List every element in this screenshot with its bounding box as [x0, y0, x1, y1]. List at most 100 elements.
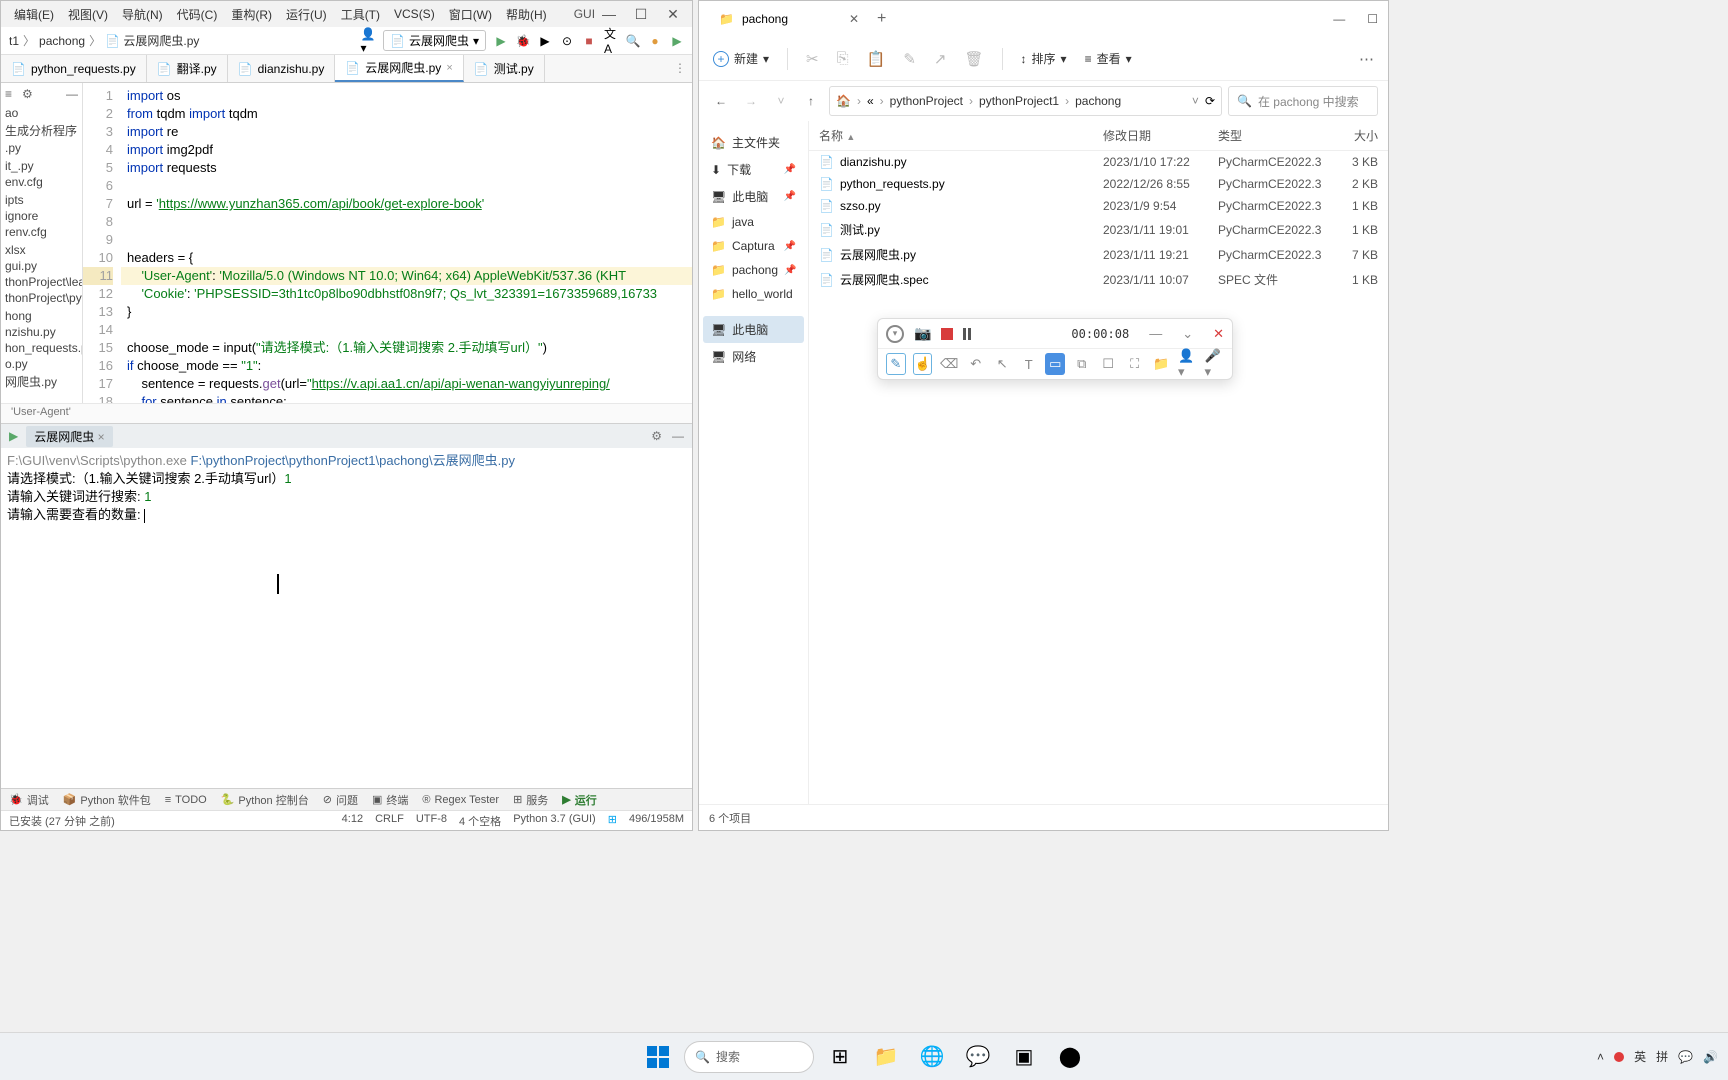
file-list[interactable]: 名称 ▲ 修改日期 类型 大小 📄dianzishu.py2023/1/10 1… [809, 121, 1388, 804]
editor-tab-3[interactable]: 云展网爬虫.py× [335, 55, 463, 82]
more-icon[interactable]: ⋯ [1359, 50, 1374, 68]
pen-tool[interactable]: ✎ [886, 353, 906, 375]
tool-python-console[interactable]: 🐍 Python 控制台 [221, 792, 309, 808]
sidebar-item[interactable]: nzishu.py [1, 324, 82, 340]
dropdown-icon[interactable]: ˅ [1192, 94, 1199, 108]
new-button[interactable]: + 新建 ▾ [713, 50, 769, 67]
pin-icon[interactable]: 📌 [784, 265, 796, 276]
menu-edit[interactable]: 编辑(E) [7, 6, 61, 23]
file-row[interactable]: 📄测试.py2023/1/11 19:01PyCharmCE2022.31 KB [809, 217, 1388, 242]
updates-icon[interactable]: ● [648, 34, 662, 48]
text-tool[interactable]: T [1019, 353, 1039, 375]
folder-tool[interactable]: 📁 [1151, 353, 1171, 375]
delete-icon[interactable]: 🗑 [964, 50, 983, 68]
sidebar-item[interactable]: thonProject\lear [1, 274, 82, 290]
system-tray[interactable]: ˄ 英 拼 💬 🔊 [1597, 1048, 1718, 1065]
rename-icon[interactable]: ✎ [903, 50, 916, 68]
sidebar-item[interactable]: 网爬虫.py [1, 372, 82, 391]
interpreter[interactable]: Python 3.7 (GUI) [513, 813, 596, 829]
menu-view[interactable]: 视图(V) [61, 6, 115, 23]
sidebar-item[interactable]: xlsx [1, 242, 82, 258]
recent-button[interactable]: ˅ [769, 94, 793, 108]
tool-debug[interactable]: 🐞 调试 [9, 792, 49, 808]
rerun-icon[interactable]: ▶ [9, 429, 18, 443]
col-type[interactable]: 类型 [1218, 127, 1328, 144]
tool-run[interactable]: ▶ 运行 [562, 792, 596, 808]
minimize-button[interactable]: — [602, 7, 616, 21]
minimize-panel-icon[interactable]: — [672, 429, 684, 443]
nav-pane[interactable]: 🏠主文件夹⬇下载📌🖥此电脑📌📁java📁Captura📌📁pachong📌📁he… [699, 121, 809, 804]
file-row[interactable]: 📄云展网爬虫.spec2023/1/11 10:07SPEC 文件1 KB [809, 267, 1388, 292]
memory-indicator[interactable]: 496/1958M [629, 813, 684, 829]
tool-regex[interactable]: ® Regex Tester [422, 794, 499, 806]
nav-item[interactable]: 📁hello_world [703, 282, 804, 306]
window-tool[interactable]: ⧉ [1072, 353, 1092, 375]
menu-navigate[interactable]: 导航(N) [115, 6, 170, 23]
action-center-icon[interactable]: 💬 [1678, 1050, 1693, 1064]
stop-record-button[interactable] [941, 328, 953, 340]
run-button[interactable]: ▶ [494, 34, 508, 48]
eraser-tool[interactable]: ⌫ [939, 353, 959, 375]
crumb-project[interactable]: t1 [9, 34, 19, 48]
nav-item[interactable]: 🖥网络 [703, 343, 804, 370]
tool-packages[interactable]: 📦 Python 软件包 [63, 792, 151, 808]
webcam-tool[interactable]: 👤▾ [1178, 353, 1198, 375]
nav-item[interactable]: 🖥此电脑 [703, 316, 804, 343]
sidebar-item[interactable]: it_.py [1, 158, 82, 174]
file-row[interactable]: 📄python_requests.py2022/12/26 8:55PyChar… [809, 173, 1388, 195]
tool-services[interactable]: ⊞ 服务 [513, 792, 548, 808]
caret-pos[interactable]: 4:12 [342, 813, 363, 829]
taskbar[interactable]: 🔍搜索 ⊞ 📁 🌐 💬 ▣ ⬤ ˄ 英 拼 💬 🔊 [0, 1032, 1728, 1080]
screenshot-icon[interactable]: 📷 [914, 325, 931, 342]
menu-code[interactable]: 代码(C) [170, 6, 225, 23]
pin-icon[interactable]: 📌 [784, 241, 796, 252]
col-name[interactable]: 名称 ▲ [819, 127, 1103, 144]
tool-todo[interactable]: ≡ TODO [165, 794, 207, 806]
pin-icon[interactable]: 📌 [784, 191, 796, 202]
touch-tool[interactable]: ☝ [913, 353, 933, 375]
nav-item[interactable]: 🏠主文件夹 [703, 129, 804, 156]
undo-tool[interactable]: ↶ [966, 353, 986, 375]
run-config-selector[interactable]: 云展网爬虫 ▾ [383, 30, 486, 51]
view-button[interactable]: ≡ 查看 ▾ [1085, 50, 1132, 67]
up-button[interactable]: ↑ [799, 94, 823, 108]
col-size[interactable]: 大小 [1328, 127, 1378, 144]
maximize-button[interactable]: ☐ [634, 7, 648, 21]
sidebar-item[interactable]: renv.cfg [1, 224, 82, 240]
coverage-button[interactable]: ▶ [538, 34, 552, 48]
editor-tab-0[interactable]: python_requests.py [1, 55, 147, 82]
path-seg-0[interactable]: pythonProject [890, 94, 963, 108]
encoding[interactable]: UTF-8 [416, 813, 447, 829]
code-editor[interactable]: 1234567891011121314151617181920 import o… [83, 83, 692, 403]
wechat-icon[interactable]: 💬 [958, 1037, 998, 1077]
sidebar-item[interactable]: ignore [1, 208, 82, 224]
menu-help[interactable]: 帮助(H) [499, 6, 554, 23]
nav-item[interactable]: 📁Captura📌 [703, 234, 804, 258]
paste-icon[interactable]: 📋 [867, 50, 886, 68]
refresh-icon[interactable]: ⟳ [1205, 94, 1215, 108]
volume-icon[interactable]: 🔊 [1703, 1050, 1718, 1064]
editor-tab-4[interactable]: 测试.py [464, 55, 545, 82]
explorer-icon[interactable]: 📁 [866, 1037, 906, 1077]
sidebar-menu-icon[interactable]: ≡ [5, 87, 12, 101]
profile-button[interactable]: ⊙ [560, 34, 574, 48]
sidebar-item[interactable]: env.cfg [1, 174, 82, 190]
nav-item[interactable]: 📁pachong📌 [703, 258, 804, 282]
indent[interactable]: 4 个空格 [459, 813, 501, 829]
start-button[interactable] [638, 1037, 678, 1077]
menu-window[interactable]: 窗口(W) [442, 6, 499, 23]
sidebar-item[interactable]: .py [1, 140, 82, 156]
nav-item[interactable]: ⬇下载📌 [703, 156, 804, 183]
rec-collapse-icon[interactable]: ⌄ [1182, 326, 1193, 342]
close-icon[interactable]: × [446, 62, 452, 74]
back-button[interactable]: ← [709, 94, 733, 108]
search-box[interactable]: 🔍在 pachong 中搜索 [1228, 86, 1378, 116]
settings-icon[interactable]: ⚙ [651, 429, 662, 443]
editor-tab-1[interactable]: 翻译.py [147, 55, 228, 82]
menu-vcs[interactable]: VCS(S) [387, 7, 442, 21]
project-sidebar[interactable]: ≡⚙— ao生成分析程序.pyit_.pyenv.cfgiptsignorere… [1, 83, 83, 403]
line-ending[interactable]: CRLF [375, 813, 404, 829]
tray-expand-icon[interactable]: ˄ [1597, 1050, 1604, 1064]
file-row[interactable]: 📄dianzishu.py2023/1/10 17:22PyCharmCE202… [809, 151, 1388, 173]
rec-minimize-icon[interactable]: — [1149, 326, 1162, 341]
